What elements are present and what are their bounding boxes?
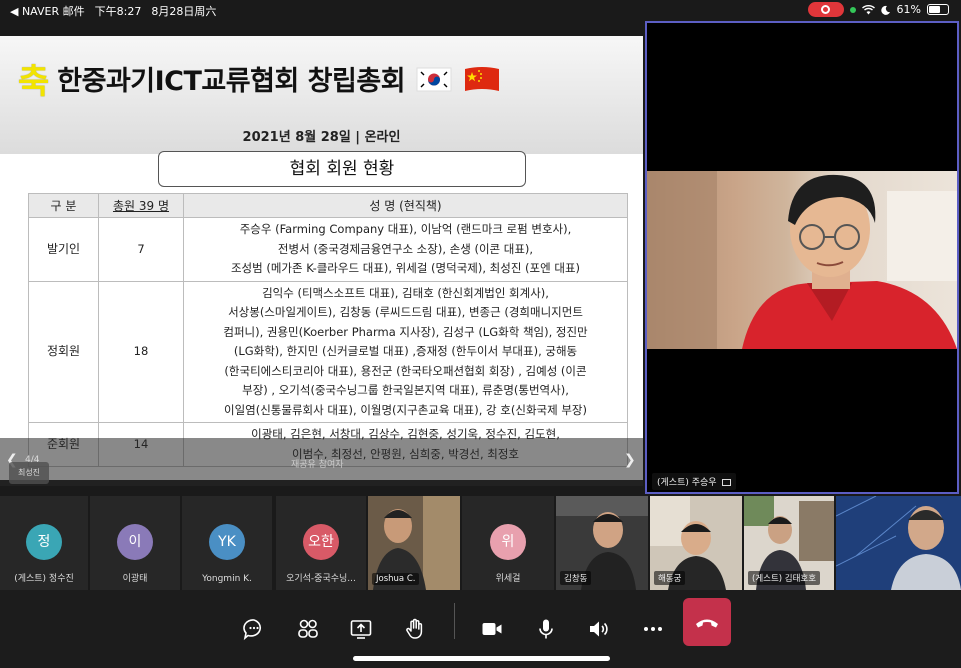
membership-table: 구 분 총원 39 명 성 명 (현직책) 발기인 7 주승우 (Farming C… [28, 193, 628, 467]
participant-name: 위세걸 [495, 574, 521, 584]
teams-meeting-screen: ◀ NAVER 邮件 下午8:27 8月28日周六 61% 축 한중과기ICT교… [0, 0, 961, 668]
title-mark: 축 [18, 62, 50, 102]
screen-share-indicator-icon [722, 479, 732, 486]
battery-icon [927, 4, 949, 15]
member-names-line: 김익수 (티맥스소프트 대표), 김태호 (한신회계법인 회계사), [262, 285, 549, 300]
main-speaker-video[interactable]: (게스트) 주승우 [645, 21, 959, 494]
participant-avatar: 위 [490, 524, 526, 560]
moon-icon [880, 5, 890, 15]
member-names-line: 컴퍼니), 권용민(Koerber Pharma 지사장), 김성구 (LG화학… [223, 324, 588, 339]
column-header-count: 총원 39 명 [98, 193, 184, 218]
participants-icon[interactable] [296, 617, 320, 641]
participant-tile[interactable]: 김창동 [556, 496, 648, 590]
participant-tile[interactable]: Joshua C. [368, 496, 460, 590]
phone-hangup-icon [696, 619, 718, 628]
participant-avatar: 이 [117, 524, 153, 560]
participant-tile[interactable]: (게스트) 김태호호 [744, 496, 834, 590]
column-header-category: 구 분 [28, 193, 99, 218]
main-speaker-name: (게스트) 주승우 [657, 478, 717, 488]
main-speaker-label: (게스트) 주승우 [652, 473, 737, 490]
speaker-person-image [647, 171, 957, 349]
participant-tile[interactable]: 오한오기석-중국수닝... [276, 496, 366, 590]
participant-name: Joshua C. [372, 573, 420, 585]
wifi-icon [861, 4, 875, 14]
status-date: 8月28日周六 [151, 5, 217, 18]
member-names: 김익수 (티맥스소프트 대표), 김태호 (한신회계법인 회계사), 서상봉(스마… [183, 280, 628, 423]
participant-name: (게스트) 정수진 [14, 574, 74, 584]
slide-subtitle-box: 협회 회원 현황 [158, 151, 526, 187]
member-names-line: 주승우 (Farming Company 대표), 이남억 (랜드마크 로펌 변… [239, 222, 572, 236]
participant-video-feed [836, 496, 961, 590]
participant-name: 해동궁 [654, 571, 686, 585]
participant-tile[interactable]: 정 (게스트) 정수진 [0, 496, 88, 590]
member-names-line: 전병서 (중국경제금융연구소 소장), 손생 (이콘 대표), [277, 241, 534, 256]
member-names-line: (한국티에스티코리아 대표), 용전군 (한국타오패션협회 회장) , 김예성 … [224, 363, 587, 378]
presenter-chip[interactable]: 최성진 [9, 462, 49, 484]
participant-name: (게스트) 김태호호 [748, 571, 821, 585]
next-slide-icon[interactable]: ❯ [624, 452, 636, 468]
slide-title: 한중과기ICT교류협회 창립총회 [57, 66, 406, 97]
member-count: 18 [98, 280, 184, 423]
back-to-app-link[interactable]: ◀ NAVER 邮件 [10, 3, 85, 19]
table-row: 발기인 7 주승우 (Farming Company 대표), 이남억 (랜드마크 … [28, 217, 628, 282]
member-category: 정회원 [28, 280, 99, 423]
shared-presentation-slide[interactable]: 축 한중과기ICT교류협회 창립총회 2021년 8월 28일 | 온라인 협회… [0, 36, 643, 480]
more-options-icon[interactable] [641, 617, 665, 641]
member-names-line: 서상봉(스마일게이트), 김창동 (루씨드드림 대표), 변종근 (경희매니지먼… [228, 305, 583, 319]
chat-icon[interactable] [242, 617, 266, 641]
member-names: 주승우 (Farming Company 대표), 이남억 (랜드마크 로펌 변… [183, 217, 628, 282]
china-flag-icon [465, 66, 500, 91]
share-screen-icon[interactable] [349, 617, 373, 641]
column-header-names: 성 명 (현직책) [183, 193, 628, 218]
member-names-line: 이일염(신통물류회사 대표), 이월명(지구촌교육 대표), 강 호(신화국제 … [224, 402, 587, 417]
participant-avatar: 정 [26, 524, 62, 560]
microphone-icon[interactable] [534, 617, 558, 641]
participant-name: 이광태 [122, 574, 148, 584]
participant-name: Yongmin K. [202, 574, 252, 584]
member-names-line: 조성범 (메가존 K-클라우드 대표), 위세걸 (명덕국제), 최성진 (포엔… [230, 261, 581, 275]
participant-tile[interactable] [836, 496, 961, 590]
table-row: 정회원 18 김익수 (티맥스소프트 대표), 김태호 (한신회계법인 회계사), 서… [28, 280, 628, 423]
participant-strip: 정 (게스트) 정수진 이이광태 YK Yongmin K. 오한오기석-중국수닝... J… [0, 496, 961, 590]
member-category: 발기인 [28, 217, 99, 282]
status-time: 下午8:27 [94, 5, 142, 18]
slide-header: 축 한중과기ICT교류협회 창립총회 2021년 8월 28일 | 온라인 [0, 36, 643, 154]
toolbar-divider [454, 603, 455, 639]
overlay-caption: 재공유 참여자 [291, 460, 344, 470]
member-count: 7 [98, 217, 184, 282]
camera-in-use-icon [849, 6, 856, 13]
status-bar: ◀ NAVER 邮件 下午8:27 8月28日周六 61% [0, 0, 961, 20]
participant-name: 오기석-중국수닝... [286, 574, 356, 584]
hang-up-button[interactable] [683, 598, 731, 646]
korea-flag-icon [416, 67, 452, 91]
participant-name: 김창동 [560, 571, 592, 585]
participant-tile[interactable]: 해동궁 [650, 496, 742, 590]
camera-icon[interactable] [480, 617, 504, 641]
speaker-video-feed [647, 171, 957, 349]
participant-avatar: YK [209, 524, 245, 560]
slide-date: 2021년 8월 28일 | 온라인 [242, 130, 401, 145]
participant-tile[interactable]: YK Yongmin K. [182, 496, 272, 590]
participant-avatar: 오한 [303, 524, 339, 560]
home-indicator[interactable] [353, 656, 610, 661]
participant-tile[interactable]: 위위세걸 [462, 496, 554, 590]
battery-percent: 61% [896, 3, 921, 16]
participant-tile[interactable]: 이이광태 [90, 496, 180, 590]
column-header-count-label: 총원 39 명 [112, 199, 170, 213]
member-names-line: 부장) , 오기석(중국수닝그룹 한국일본지역 대표), 류춘명(통번역사), [242, 383, 569, 397]
table-header-row: 구 분 총원 39 명 성 명 (현직책) [28, 193, 628, 218]
speaker-icon[interactable] [587, 617, 611, 641]
screen-record-icon[interactable] [807, 2, 844, 17]
member-names-line: (LG화학), 한지민 (신커글로벌 대표) ,증재정 (한두이서 부대표), … [233, 344, 578, 358]
raise-hand-icon[interactable] [403, 617, 427, 641]
